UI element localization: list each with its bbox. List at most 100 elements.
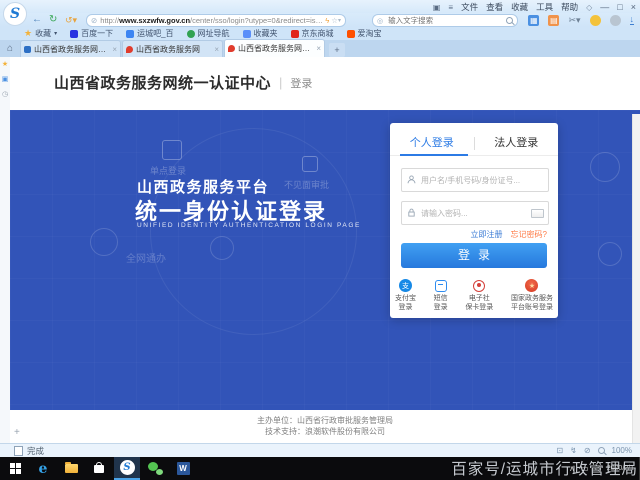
username-input[interactable] <box>419 175 547 186</box>
sidebar-history-icon[interactable]: ◷ <box>2 91 8 99</box>
jd-favicon <box>291 30 299 38</box>
page-scrollbar[interactable] <box>632 114 640 480</box>
login-submit-button[interactable]: 登录 <box>401 243 547 268</box>
search-engine-icon[interactable]: ◎ <box>377 17 383 25</box>
media-capture-icon[interactable]: ⊡ <box>556 446 563 455</box>
favorites-folder-icon <box>243 30 251 38</box>
search-input[interactable] <box>386 15 503 26</box>
bookmark-item-nav[interactable]: 网址导航 <box>187 28 230 39</box>
favorite-star-icon[interactable]: ☆ <box>331 16 338 25</box>
taskbar-store[interactable] <box>86 457 112 480</box>
word-icon: W <box>177 462 190 475</box>
back-icon[interactable]: ← <box>32 13 42 27</box>
page-subtitle-login: 登录 <box>290 75 312 91</box>
tab1-favicon <box>24 46 31 53</box>
window-layout-icon[interactable]: ▣ <box>433 3 441 12</box>
favorites-menu[interactable]: ★ 收藏 ▾ <box>24 28 57 39</box>
chevron-down-icon: ▾ <box>54 30 57 37</box>
browser-titlebar: ▣ ≡ 文件 查看 收藏 工具 帮助 ◇ — □ × <box>0 0 640 13</box>
maximize-button[interactable]: □ <box>617 2 622 12</box>
title-divider: | <box>279 75 282 90</box>
taskbar-explorer[interactable] <box>58 457 84 480</box>
wechat-icon <box>148 462 163 475</box>
search-box[interactable]: ◎ <box>372 14 518 27</box>
register-link[interactable]: 立即注册 <box>471 229 503 240</box>
menu-list-icon[interactable]: ≡ <box>448 3 453 12</box>
close-tab-icon[interactable]: × <box>214 45 219 54</box>
refresh-icon[interactable]: ↻ <box>49 13 57 27</box>
zoom-icon[interactable] <box>598 447 605 454</box>
hero-banner: 单点登录 不见面审批 全网通办 山西政务服务平台 统一身份认证登录 UNIFIE… <box>10 110 640 410</box>
tab-personal-login[interactable]: 个人登录 <box>390 131 474 155</box>
address-bar[interactable]: ⊘ http://www.sxzwfw.gov.cn/center/sso/lo… <box>86 14 346 27</box>
url-protocol: http:// <box>100 16 119 25</box>
home-icon[interactable]: ⌂ <box>0 41 20 57</box>
browser-logo-icon[interactable]: S <box>3 2 27 26</box>
baidu-favicon <box>70 30 78 38</box>
menu-view[interactable]: 查看 <box>486 1 503 13</box>
screenshot-scissors-icon[interactable]: ✂▾ <box>568 15 580 26</box>
paint-theme-icon[interactable] <box>590 15 601 26</box>
new-tab-button[interactable]: + <box>329 43 345 57</box>
taskbar-browser-active[interactable]: S <box>114 457 140 480</box>
menu-file[interactable]: 文件 <box>461 1 478 13</box>
extensions-icon[interactable] <box>610 15 621 26</box>
close-button[interactable]: × <box>631 2 636 12</box>
close-tab-icon[interactable]: × <box>316 44 321 53</box>
close-tab-icon[interactable]: × <box>112 45 117 54</box>
dropdown-arrow-icon[interactable]: ▾ <box>338 17 341 24</box>
start-button[interactable] <box>2 457 28 480</box>
site-header: 山西省政务服务网统一认证中心 | 登录 <box>10 57 640 110</box>
menu-tools[interactable]: 工具 <box>536 1 553 13</box>
download-icon[interactable]: ↓ <box>630 15 635 25</box>
bookmark-item-baidu[interactable]: 百度一下 <box>70 28 113 39</box>
sidebar-favorites-icon[interactable]: ★ <box>2 61 8 69</box>
sms-login[interactable]: 短信 登录 <box>434 279 448 312</box>
sidebar-apps-icon[interactable]: ▣ <box>2 76 9 84</box>
site-safety-icon[interactable]: ⊘ <box>91 16 97 25</box>
forgot-password-link[interactable]: 忘记密码? <box>511 229 547 240</box>
menu-help[interactable]: 帮助 <box>561 1 578 13</box>
footer-host-line: 主办单位：山西省行政审批服务管理局 <box>10 415 640 426</box>
taskbar-word[interactable]: W <box>170 457 196 480</box>
video-watermark: 百家号/运城市行政管理局 <box>451 457 638 479</box>
national-emblem-icon: ★ <box>525 279 538 292</box>
national-gov-platform-login[interactable]: ★ 国家政务服务 平台账号登录 <box>511 279 553 312</box>
restore-tab-icon[interactable]: ↺▾ <box>65 13 77 27</box>
taskbar-edge[interactable]: e <box>30 457 56 480</box>
desktop-screen: ▣ ≡ 文件 查看 收藏 工具 帮助 ◇ — □ × S ← ↻ ↺▾ ⊘ ht… <box>0 0 640 480</box>
minimize-button[interactable]: — <box>600 2 609 12</box>
webpage: 山西省政务服务网统一认证中心 | 登录 单点登录 不见面审批 全网通办 山西政务… <box>10 57 640 443</box>
tab-legal-login[interactable]: 法人登录 <box>475 131 559 155</box>
edge-icon: e <box>39 461 48 477</box>
bookmark-item-favfolder[interactable]: 收藏夹 <box>243 28 278 39</box>
password-field[interactable] <box>401 201 549 225</box>
reader-mode-icon[interactable]: ▤ <box>548 15 559 26</box>
tab-shanxi-portal[interactable]: 山西省政务服务网 × <box>122 40 223 57</box>
alipay-login[interactable]: 支 支付宝 登录 <box>395 279 416 312</box>
windows-logo-icon <box>10 463 21 474</box>
taskbar-wechat[interactable] <box>142 457 168 480</box>
search-icon[interactable] <box>506 17 513 24</box>
apps-grid-icon[interactable]: ▦ <box>528 15 539 26</box>
bookmark-item-jd[interactable]: 京东商城 <box>291 28 334 39</box>
deco-network-label: 全网通办 <box>126 250 166 265</box>
tieba-favicon <box>126 30 134 38</box>
lock-icon <box>403 204 419 222</box>
tab-auth-center-active[interactable]: 山西省政务服务网统一认... × <box>224 39 325 57</box>
speed-mode-icon[interactable]: ↯ <box>570 446 577 455</box>
menu-favorites[interactable]: 收藏 <box>511 1 528 13</box>
zoom-level[interactable]: 100% <box>612 446 632 455</box>
username-field[interactable] <box>401 168 549 192</box>
sms-icon <box>435 280 447 292</box>
social-security-card-login[interactable]: 电子社 保卡登录 <box>465 279 493 312</box>
bookmark-item-tieba[interactable]: 运城吧_百 <box>126 28 173 39</box>
skin-icon[interactable]: ◇ <box>586 3 592 12</box>
bookmark-item-taobao[interactable]: 爱淘宝 <box>347 28 382 39</box>
tab-shanxi-home[interactable]: 山西省政务服务网_首页 × <box>20 40 121 57</box>
lightning-icon[interactable]: ϟ <box>325 16 329 25</box>
password-input[interactable] <box>419 208 531 219</box>
star-icon: ★ <box>24 28 32 39</box>
shield-block-icon[interactable]: ⊘ <box>584 446 591 455</box>
virtual-keyboard-icon[interactable] <box>531 209 544 218</box>
